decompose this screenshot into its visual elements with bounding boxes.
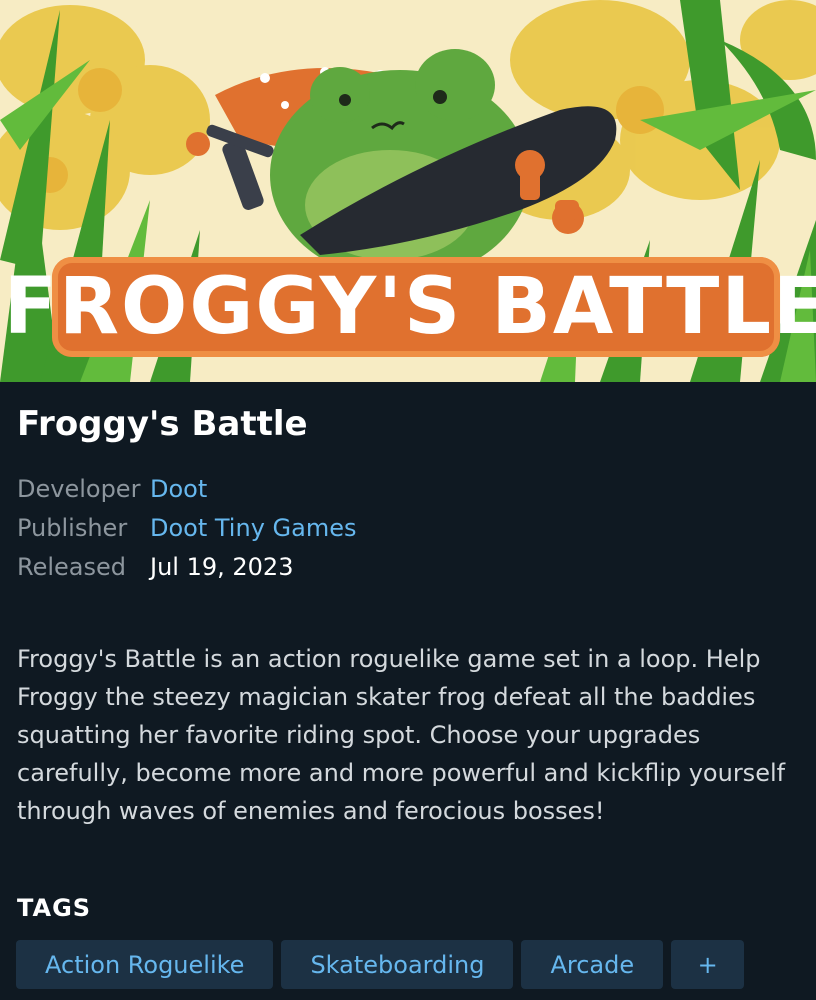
tag-arcade[interactable]: Arcade [521,940,664,989]
game-title: Froggy's Battle [17,404,308,444]
header-capsule-image: FROGGY'S BATTLE [0,0,816,382]
game-page: FROGGY'S BATTLE Froggy's Battle Develope… [0,0,816,1000]
tag-skateboarding[interactable]: Skateboarding [281,940,514,989]
tags-heading: TAGS [17,894,92,922]
release-date: Jul 19, 2023 [150,553,294,581]
game-description: Froggy's Battle is an action roguelike g… [17,645,786,825]
game-logo: FROGGY'S BATTLE [4,257,816,357]
publisher-label: Publisher [17,514,128,542]
publisher-link[interactable]: Doot Tiny Games [150,514,356,542]
tag-action-roguelike[interactable]: Action Roguelike [16,940,274,989]
developer-row: Developer Doot [17,474,207,504]
developer-label: Developer [17,475,141,503]
released-row: Released Jul 19, 2023 [17,552,293,582]
publisher-row: Publisher Doot Tiny Games [17,513,356,543]
tags-list: Action Roguelike Skateboarding Arcade + [16,940,745,989]
developer-link[interactable]: Doot [150,475,207,503]
released-label: Released [17,553,127,581]
more-tags-button[interactable]: + [671,940,745,989]
